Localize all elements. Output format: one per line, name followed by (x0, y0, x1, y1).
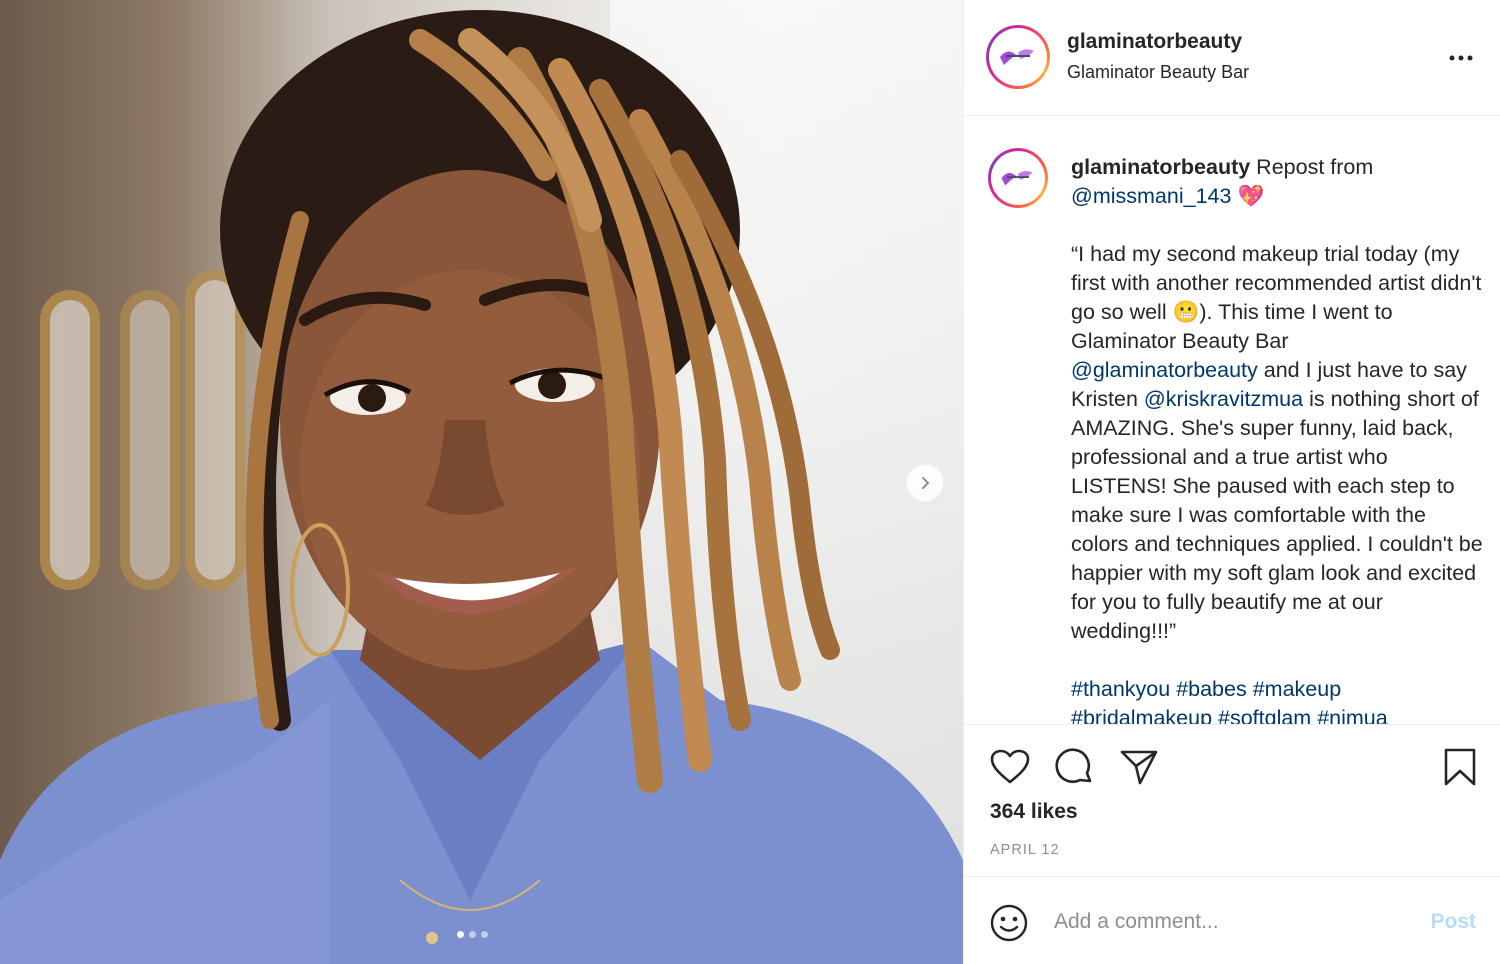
brand-logo-icon (1001, 171, 1033, 186)
post-comment-button[interactable]: Post (1430, 910, 1476, 934)
share-icon (1120, 750, 1158, 785)
carousel-dot-active (457, 931, 464, 938)
brand-logo-icon (1000, 49, 1034, 65)
comment-button[interactable] (1052, 745, 1096, 789)
bookmark-icon (1444, 748, 1476, 786)
heart-icon (990, 749, 1030, 784)
heart-emoji: 💖 (1237, 184, 1265, 208)
like-button[interactable] (988, 745, 1032, 789)
caption-intro: Repost from (1250, 155, 1374, 179)
action-bar: 364 likes APRIL 12 (964, 724, 1500, 877)
caption-avatar[interactable] (988, 148, 1048, 208)
header-username[interactable]: glaminatorbeauty (1067, 30, 1242, 54)
carousel-dot (481, 931, 488, 938)
save-button[interactable] (1438, 745, 1482, 789)
carousel-indicator (457, 931, 488, 938)
caption-text: glaminatorbeauty Repost from @missmani_1… (1071, 153, 1487, 724)
comment-bar: Post (964, 878, 1500, 964)
caption-section: glaminatorbeauty Repost from @missmani_1… (964, 117, 1500, 724)
comment-icon (1055, 748, 1092, 784)
hashtags[interactable]: #thankyou #babes #makeup (1071, 677, 1341, 701)
more-options-button[interactable] (1447, 44, 1475, 72)
post-media[interactable] (0, 0, 963, 964)
mention-link[interactable]: @glaminatorbeauty (1071, 358, 1258, 382)
caption-body: is nothing short of AMAZING. She's super… (1071, 387, 1483, 643)
share-button[interactable] (1117, 745, 1161, 789)
grimace-emoji: 😬 (1172, 300, 1200, 324)
emoji-button[interactable] (988, 902, 1030, 944)
hashtags[interactable]: #bridalmakeup #softglam #nimua (1071, 706, 1388, 724)
next-slide-button[interactable] (906, 464, 944, 502)
chevron-right-icon (922, 477, 930, 489)
mention-link[interactable]: @kriskravitzmua (1144, 387, 1303, 411)
post-photo (0, 10, 963, 964)
emoji-icon (990, 904, 1028, 942)
caption-username[interactable]: glaminatorbeauty (1071, 155, 1250, 179)
comment-input[interactable] (1054, 905, 1414, 939)
more-options-icon (1449, 55, 1473, 61)
avatar[interactable] (986, 25, 1050, 89)
post-sidebar: glaminatorbeauty Glaminator Beauty Bar g… (963, 0, 1500, 964)
header-location[interactable]: Glaminator Beauty Bar (1067, 62, 1249, 83)
carousel-dot (469, 931, 476, 938)
post-header: glaminatorbeauty Glaminator Beauty Bar (964, 0, 1500, 116)
like-count[interactable]: 364 likes (990, 800, 1078, 824)
mention-link[interactable]: @missmani_143 (1071, 184, 1231, 208)
post-date[interactable]: APRIL 12 (990, 842, 1060, 858)
